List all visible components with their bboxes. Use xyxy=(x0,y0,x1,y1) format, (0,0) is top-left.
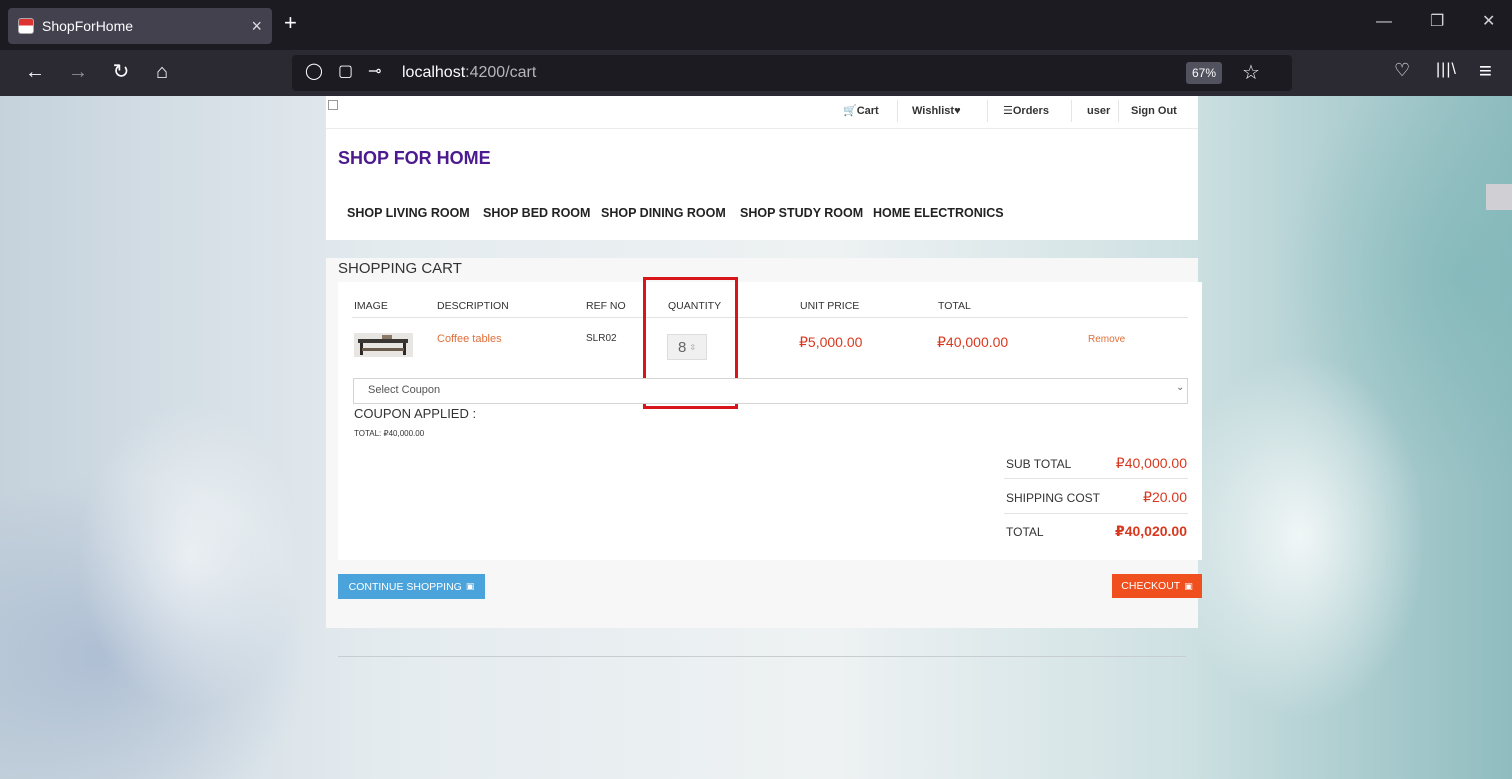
total-value: ₽40,020.00 xyxy=(1114,523,1187,539)
nav-dining-room[interactable]: SHOP DINING ROOM xyxy=(601,206,726,220)
page-info-icon[interactable]: ▢ xyxy=(338,62,353,82)
tab-close-icon[interactable]: × xyxy=(251,17,262,35)
orders-link[interactable]: ☰Orders xyxy=(1003,104,1049,118)
reload-icon[interactable]: ↻ xyxy=(108,60,134,84)
page-viewport: 🛒Cart Wishlist♥ ☰Orders user Sign Out SH… xyxy=(0,96,1512,779)
divider xyxy=(338,656,1186,657)
forward-icon[interactable]: → xyxy=(65,60,91,84)
back-icon[interactable]: ← xyxy=(22,60,48,84)
total-label: TOTAL xyxy=(1006,525,1044,539)
minimize-icon[interactable]: — xyxy=(1376,14,1392,30)
column-header-ref-no: REF NO xyxy=(586,300,626,312)
unit-price: ₽5,000.00 xyxy=(799,334,863,350)
zoom-level[interactable]: 67% xyxy=(1186,62,1223,84)
favicon-icon xyxy=(18,18,34,34)
subtotal-value: ₽40,000.00 xyxy=(1115,455,1187,471)
divider xyxy=(897,100,898,122)
continue-shopping-button[interactable]: CONTINUE SHOPPING ▣ xyxy=(338,574,485,599)
library-icon[interactable]: |||\ xyxy=(1436,61,1457,79)
shipping-value: ₽20.00 xyxy=(1143,489,1187,505)
user-link[interactable]: user xyxy=(1087,104,1110,118)
sign-out-link[interactable]: Sign Out xyxy=(1131,104,1177,118)
url-text[interactable]: localhost:4200/cart xyxy=(402,62,536,84)
coupon-total-text: TOTAL: ₽40,000.00 xyxy=(354,429,425,438)
heart-icon: ♥ xyxy=(954,105,961,117)
new-tab-button[interactable]: + xyxy=(284,12,297,34)
cart-icon: 🛒 xyxy=(843,105,857,117)
nav-home-electronics[interactable]: HOME ELECTRONICS xyxy=(873,206,1004,220)
column-header-description: DESCRIPTION xyxy=(437,300,509,312)
url-host: localhost xyxy=(402,64,466,81)
divider xyxy=(1118,100,1119,122)
column-header-image: IMAGE xyxy=(354,300,388,312)
chevron-down-icon[interactable]: ⌄ xyxy=(1176,382,1184,393)
arrow-icon: ▣ xyxy=(1184,580,1193,591)
window-close-icon[interactable]: ✕ xyxy=(1482,14,1495,30)
browser-tab-bar: ShopForHome × + — ❐ ✕ xyxy=(0,0,1512,50)
bookmark-star-icon[interactable]: ☆ xyxy=(1242,60,1260,85)
nav-bed-room[interactable]: SHOP BED ROOM xyxy=(483,206,590,220)
column-header-unit-price: UNIT PRICE xyxy=(800,300,860,312)
divider xyxy=(1004,478,1188,479)
url-path: :4200/cart xyxy=(465,64,537,81)
divider xyxy=(352,317,1188,318)
cart-title: SHOPPING CART xyxy=(338,260,462,277)
arrow-icon: ▣ xyxy=(465,581,475,591)
subtotal-label: SUB TOTAL xyxy=(1006,457,1072,471)
coupon-applied-label: COUPON APPLIED : xyxy=(354,406,477,421)
key-icon[interactable]: ⊸ xyxy=(368,62,381,82)
cart-table xyxy=(338,282,1202,560)
line-total: ₽40,000.00 xyxy=(937,334,1009,350)
product-description-link[interactable]: Coffee tables xyxy=(437,333,502,345)
nav-living-room[interactable]: SHOP LIVING ROOM xyxy=(347,206,470,220)
site-brand[interactable]: SHOP FOR HOME xyxy=(338,148,491,169)
remove-link[interactable]: Remove xyxy=(1088,334,1125,345)
restore-icon[interactable]: ❐ xyxy=(1430,14,1444,30)
shipping-label: SHIPPING COST xyxy=(1006,491,1101,505)
tab-title: ShopForHome xyxy=(42,18,134,34)
shield-icon[interactable]: ◯ xyxy=(305,62,323,82)
product-image xyxy=(354,333,413,357)
scrollbar-thumb[interactable] xyxy=(1486,184,1512,210)
cart-link[interactable]: 🛒Cart xyxy=(843,104,879,118)
home-icon[interactable]: ⌂ xyxy=(149,60,175,84)
divider xyxy=(326,128,1198,129)
logo-image xyxy=(328,100,338,110)
checkout-button[interactable]: CHECKOUT ▣ xyxy=(1112,574,1202,598)
browser-tab[interactable]: ShopForHome × xyxy=(8,8,272,44)
coupon-select[interactable] xyxy=(353,378,1188,404)
coupon-select-value: Select Coupon xyxy=(368,384,441,396)
ref-no: SLR02 xyxy=(586,333,617,344)
divider xyxy=(1004,513,1188,514)
menu-icon[interactable]: ≡ xyxy=(1479,58,1492,84)
nav-study-room[interactable]: SHOP STUDY ROOM xyxy=(740,206,863,220)
wishlist-link[interactable]: Wishlist♥ xyxy=(912,104,961,118)
list-icon: ☰ xyxy=(1003,105,1013,117)
divider xyxy=(987,100,988,122)
column-header-total: TOTAL xyxy=(938,300,971,312)
pocket-icon[interactable]: ♡ xyxy=(1394,60,1410,81)
divider xyxy=(1071,100,1072,122)
